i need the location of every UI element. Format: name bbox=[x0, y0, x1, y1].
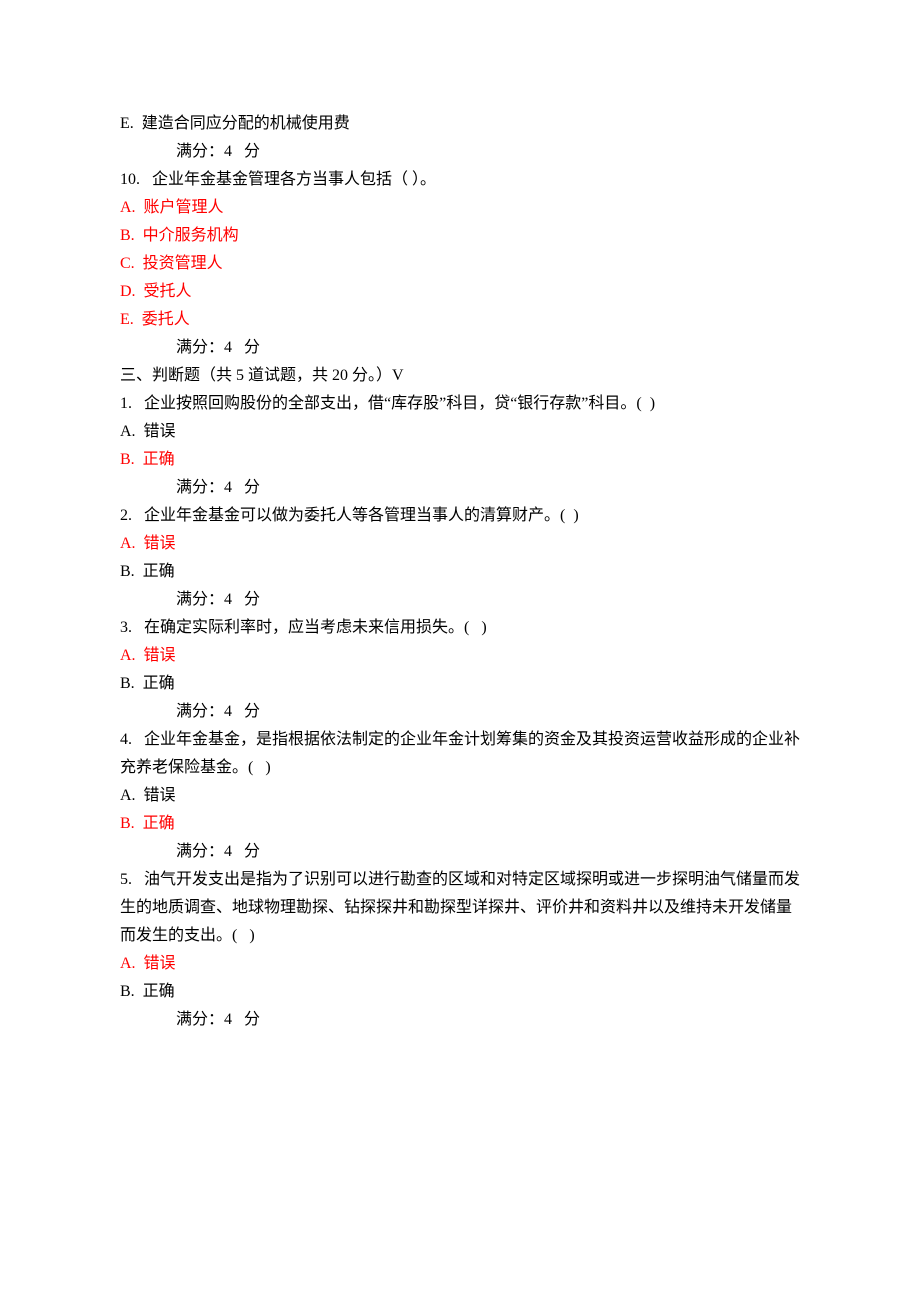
tf3-option-b: B. 正确 bbox=[120, 670, 800, 698]
prev-score: 满分：4 分 bbox=[120, 138, 800, 166]
tf5-option-b: B. 正确 bbox=[120, 978, 800, 1006]
tf4-stem: 4. 企业年金基金，是指根据依法制定的企业年金计划筹集的资金及其投资运营收益形成… bbox=[120, 726, 800, 782]
q10-option-c: C. 投资管理人 bbox=[120, 250, 800, 278]
q10-score: 满分：4 分 bbox=[120, 334, 800, 362]
document-body: E. 建造合同应分配的机械使用费 满分：4 分 10. 企业年金基金管理各方当事… bbox=[120, 110, 800, 1034]
q10-stem: 10. 企业年金基金管理各方当事人包括（ ）。 bbox=[120, 166, 800, 194]
q10-option-a: A. 账户管理人 bbox=[120, 194, 800, 222]
tf1-stem: 1. 企业按照回购股份的全部支出，借“库存股”科目，贷“银行存款”科目。( ) bbox=[120, 390, 800, 418]
q10-option-b: B. 中介服务机构 bbox=[120, 222, 800, 250]
tf3-option-a: A. 错误 bbox=[120, 642, 800, 670]
tf2-option-b: B. 正确 bbox=[120, 558, 800, 586]
tf1-option-b: B. 正确 bbox=[120, 446, 800, 474]
tf3-stem: 3. 在确定实际利率时，应当考虑未来信用损失。( ) bbox=[120, 614, 800, 642]
tf3-score: 满分：4 分 bbox=[120, 698, 800, 726]
tf2-stem: 2. 企业年金基金可以做为委托人等各管理当事人的清算财产。( ) bbox=[120, 502, 800, 530]
q10-option-e: E. 委托人 bbox=[120, 306, 800, 334]
q10-option-d: D. 受托人 bbox=[120, 278, 800, 306]
tf2-option-a: A. 错误 bbox=[120, 530, 800, 558]
tf4-score: 满分：4 分 bbox=[120, 838, 800, 866]
tf4-option-a: A. 错误 bbox=[120, 782, 800, 810]
tf1-score: 满分：4 分 bbox=[120, 474, 800, 502]
tf2-score: 满分：4 分 bbox=[120, 586, 800, 614]
prev-option-e: E. 建造合同应分配的机械使用费 bbox=[120, 110, 800, 138]
tf5-score: 满分：4 分 bbox=[120, 1006, 800, 1034]
section3-heading: 三、判断题（共 5 道试题，共 20 分。）V bbox=[120, 362, 800, 390]
tf1-option-a: A. 错误 bbox=[120, 418, 800, 446]
tf4-option-b: B. 正确 bbox=[120, 810, 800, 838]
tf5-option-a: A. 错误 bbox=[120, 950, 800, 978]
tf5-stem: 5. 油气开发支出是指为了识别可以进行勘查的区域和对特定区域探明或进一步探明油气… bbox=[120, 866, 800, 950]
